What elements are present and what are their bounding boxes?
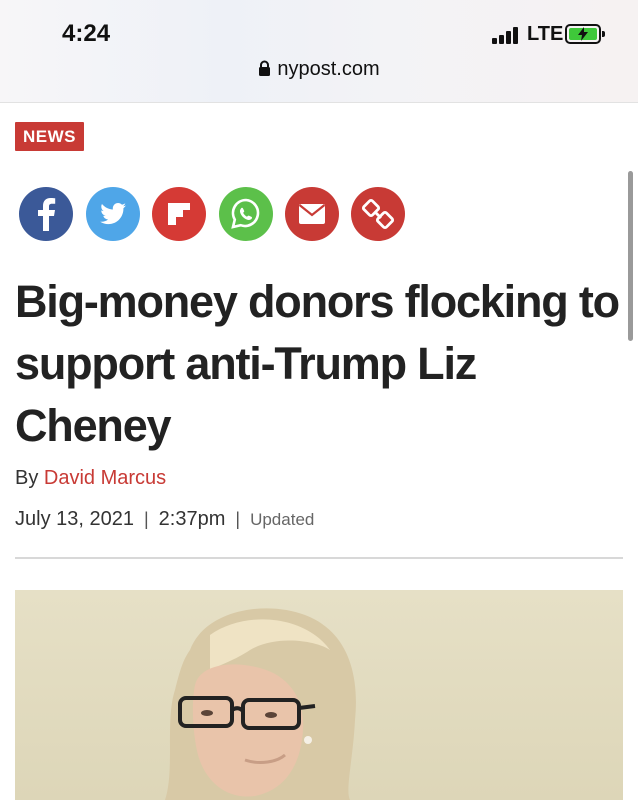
whatsapp-share-button[interactable] bbox=[219, 187, 273, 241]
article-headline: Big-money donors flocking to support ant… bbox=[15, 276, 620, 451]
email-share-button[interactable] bbox=[285, 187, 339, 241]
dateline: July 13, 2021 | 2:37pm | Updated bbox=[15, 508, 314, 531]
publish-time: 2:37pm bbox=[158, 508, 226, 530]
section-badge[interactable]: NEWS bbox=[15, 122, 84, 151]
flipboard-icon bbox=[168, 203, 190, 225]
url-bar[interactable]: nypost.com bbox=[0, 58, 638, 83]
byline-prefix: By bbox=[15, 467, 39, 489]
updated-label: Updated bbox=[250, 510, 315, 529]
facebook-icon bbox=[38, 198, 56, 231]
facebook-share-button[interactable] bbox=[19, 187, 73, 241]
twitter-icon bbox=[100, 203, 126, 225]
cellular-signal-icon bbox=[492, 26, 522, 44]
divider bbox=[15, 557, 623, 559]
portrait-photo bbox=[165, 608, 356, 800]
dateline-separator-2: | bbox=[235, 509, 241, 529]
link-icon bbox=[361, 198, 395, 230]
article-hero-image[interactable] bbox=[15, 590, 623, 800]
author-link[interactable]: David Marcus bbox=[44, 467, 166, 489]
lock-icon bbox=[258, 60, 271, 83]
email-icon bbox=[298, 204, 326, 224]
url-domain[interactable]: nypost.com bbox=[277, 58, 379, 80]
browser-status-bar: 4:24 LTE nypost.com bbox=[0, 0, 638, 103]
dateline-separator: | bbox=[143, 509, 149, 529]
scrollbar[interactable] bbox=[628, 171, 633, 341]
whatsapp-icon bbox=[231, 198, 260, 229]
twitter-share-button[interactable] bbox=[86, 187, 140, 241]
publish-date: July 13, 2021 bbox=[15, 508, 134, 530]
status-time: 4:24 bbox=[62, 20, 111, 47]
flipboard-share-button[interactable] bbox=[152, 187, 206, 241]
byline: By David Marcus bbox=[15, 467, 166, 490]
network-type: LTE bbox=[527, 23, 564, 45]
article-page: NEWS Big-money donors flocking to suppor… bbox=[0, 103, 638, 800]
battery-charging-icon bbox=[565, 24, 605, 44]
copy-link-button[interactable] bbox=[351, 187, 405, 241]
